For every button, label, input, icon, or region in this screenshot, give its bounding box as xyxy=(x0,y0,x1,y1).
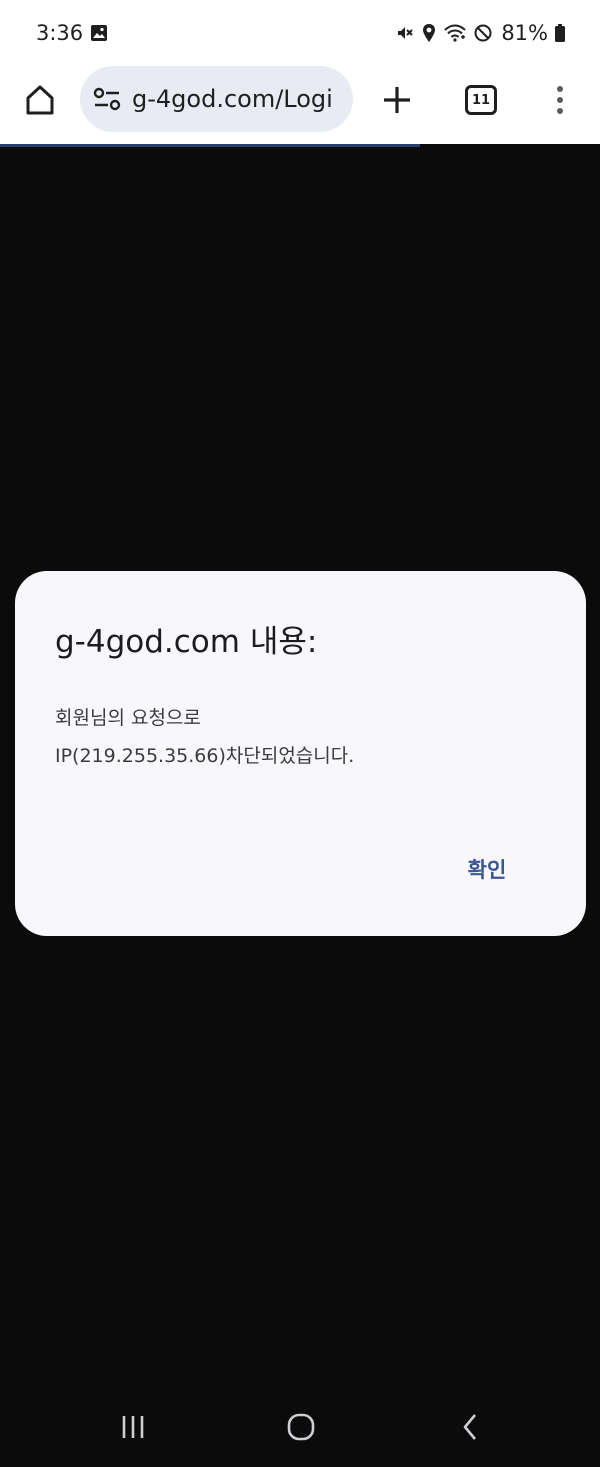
tab-switcher-button[interactable]: 11 xyxy=(458,77,504,123)
dialog-message: 회원님의 요청으로 IP(219.255.35.66)차단되었습니다. xyxy=(55,699,354,775)
plus-icon xyxy=(384,87,410,113)
recents-icon xyxy=(122,1416,144,1438)
home-button[interactable] xyxy=(18,78,62,122)
browser-toolbar: g-4god.com/Logi 11 xyxy=(0,64,600,144)
location-icon xyxy=(423,24,436,42)
alert-dialog: g-4god.com 내용: 회원님의 요청으로 IP(219.255.35.6… xyxy=(15,571,586,936)
battery-icon xyxy=(555,24,565,42)
ok-button[interactable]: 확인 xyxy=(447,849,527,889)
system-nav-bar xyxy=(0,1387,600,1467)
url-text[interactable]: g-4god.com/Logi xyxy=(132,85,333,113)
battery-level: 81% xyxy=(501,21,548,45)
home-icon xyxy=(26,85,54,115)
back-button[interactable] xyxy=(448,1405,492,1449)
mute-icon xyxy=(398,27,414,39)
recents-button[interactable] xyxy=(111,1405,155,1449)
gallery-icon xyxy=(91,25,107,41)
wifi-icon xyxy=(444,24,467,42)
phone-screen: 3:36 81% g-4god.com/Logi 11 g-4god.com 내… xyxy=(0,0,600,1467)
page-load-progress xyxy=(0,144,420,147)
tabs-icon: 11 xyxy=(465,85,497,115)
status-time: 3:36 xyxy=(36,21,84,45)
status-icons: 81% xyxy=(395,20,566,46)
url-bar[interactable]: g-4god.com/Logi xyxy=(80,66,353,132)
dialog-title: g-4god.com 내용: xyxy=(55,624,318,660)
system-home-button[interactable] xyxy=(279,1405,323,1449)
status-bar: 3:36 81% xyxy=(0,0,600,64)
more-vert-icon xyxy=(557,86,563,114)
dialog-message-line-1: 회원님의 요청으로 xyxy=(55,707,201,729)
tab-count: 11 xyxy=(471,92,491,108)
back-icon xyxy=(463,1414,476,1440)
more-menu-button[interactable] xyxy=(542,77,578,123)
home-circle-icon xyxy=(287,1413,315,1441)
do-not-disturb-icon xyxy=(474,24,492,42)
new-tab-button[interactable] xyxy=(374,77,420,123)
site-info-icon[interactable] xyxy=(92,86,122,112)
dialog-message-line-2: IP(219.255.35.66)차단되었습니다. xyxy=(55,745,355,767)
